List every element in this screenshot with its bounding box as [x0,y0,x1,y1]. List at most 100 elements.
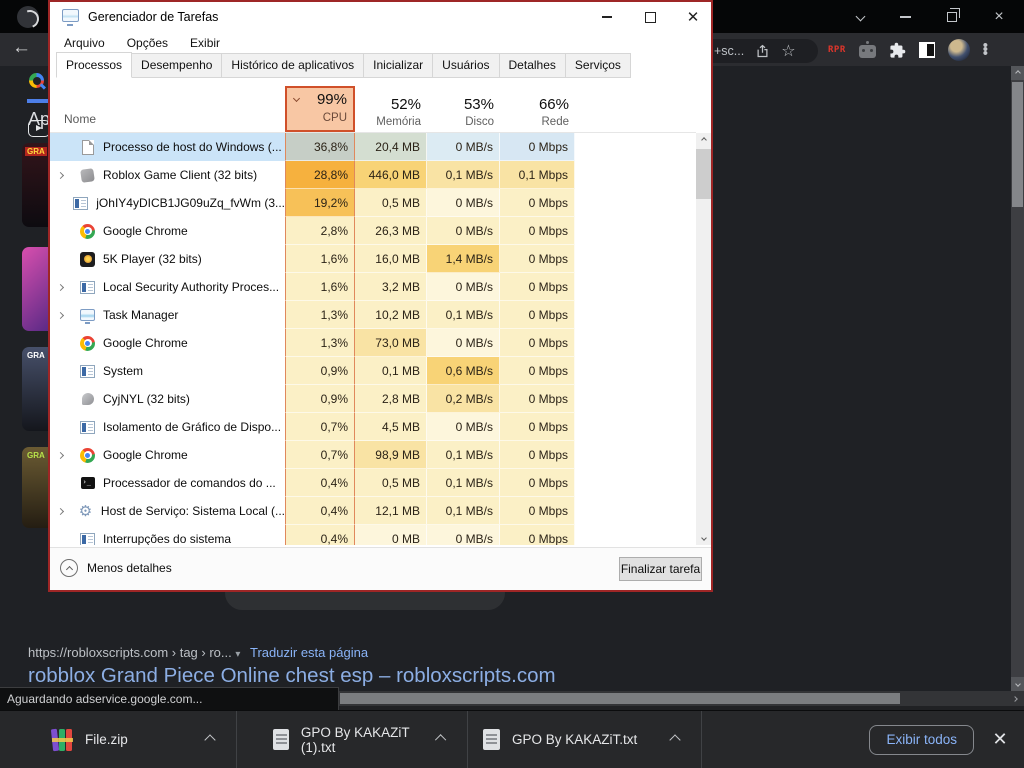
tab-hist-rico-de-aplicativos[interactable]: Histórico de aplicativos [222,53,364,78]
horizontal-scroll-thumb[interactable] [340,693,900,704]
end-task-button[interactable]: Finalizar tarefa [619,557,702,581]
download-item[interactable]: GPO By KAKAZiT.txt [468,711,702,768]
video-thumbnail[interactable]: GRA [22,143,48,227]
column-header-cpu[interactable]: 99% CPU [285,86,355,132]
robot-extension-icon[interactable] [859,45,876,58]
screen: × ← +sc... ☆ RPR ••• Ap GRAGRAGRA https:… [0,0,1024,768]
text-file-icon [273,729,289,750]
process-name-cell: Roblox Game Client (32 bits) [50,161,285,189]
browser-menu-icon[interactable]: ••• [983,44,987,56]
table-row[interactable]: ⚙Host de Serviço: Sistema Local (...0,4%… [50,497,696,525]
task-manager-window: Gerenciador de Tarefas ✕ Arquivo Opções Ex… [48,0,713,592]
table-row[interactable]: Interrupções do sistema0,4%0 MB0 MB/s0 M… [50,525,696,545]
expand-chevron-icon[interactable] [58,509,70,514]
process-list-scrollbar[interactable] [696,133,711,545]
menu-opções[interactable]: Opções [127,36,168,50]
expand-chevron-icon[interactable] [58,453,72,458]
gear-icon: ⚙ [77,503,94,520]
process-name-cell: Interrupções do sistema [50,525,285,545]
column-header-name[interactable]: Nome [64,112,96,126]
menu-arquivo[interactable]: Arquivo [64,36,105,50]
table-row[interactable]: Google Chrome1,3%73,0 MB0 MB/s0 Mbps [50,329,696,357]
network-cell: 0 Mbps [500,469,575,497]
download-item[interactable]: GPO By KAKAZiT (1).txt [237,711,468,768]
red-extension-icon[interactable]: RPR [828,45,846,55]
thumbnail-text: GRA [25,147,47,156]
window-minimize-button[interactable] [890,0,920,33]
table-row[interactable]: Processo de host do Windows (...36,8%20,… [50,133,696,161]
list-scroll-down-button[interactable] [696,531,711,545]
extensions-puzzle-icon[interactable] [889,42,906,59]
scroll-down-button[interactable] [1011,677,1024,691]
tab-usu-rios[interactable]: Usuários [433,53,499,78]
network-cell: 0 Mbps [500,497,575,525]
cpu-cell: 0,9% [285,357,355,385]
table-row[interactable]: Local Security Authority Proces...1,6%3,… [50,273,696,301]
process-name: Processo de host do Windows (... [103,140,282,154]
scroll-right-button[interactable] [1007,691,1022,706]
column-header-memory[interactable]: 52% Memória [355,96,421,128]
process-name-cell: CyjNYL (32 bits) [50,385,285,413]
process-name-cell: Task Manager [50,301,285,329]
table-row[interactable]: jOhIY4yDICB1JG09uZq_fvWm (3...19,2%0,5 M… [50,189,696,217]
bookmark-star-icon[interactable]: ☆ [781,41,795,61]
profile-avatar[interactable] [948,39,970,61]
address-bar[interactable]: +sc... ☆ [706,39,818,63]
tab-processos[interactable]: Processos [56,52,132,78]
table-row[interactable]: CyjNYL (32 bits)0,9%2,8 MB0,2 MB/s0 Mbps [50,385,696,413]
menu-exibir[interactable]: Exibir [190,36,220,50]
download-item[interactable]: File.zip [0,711,237,768]
expand-chevron-icon[interactable] [58,313,72,318]
table-row[interactable]: Isolamento de Gráfico de Dispo...0,7%4,5… [50,413,696,441]
task-manager-titlebar[interactable]: Gerenciador de Tarefas ✕ [50,2,711,32]
chevron-up-icon[interactable] [204,734,215,745]
scroll-up-button[interactable] [1011,66,1024,80]
page-vertical-scrollbar[interactable] [1011,66,1024,691]
window-restore-button[interactable] [937,0,967,33]
tm-close-button[interactable]: ✕ [675,2,711,32]
video-thumbnail[interactable]: GRA [22,447,48,528]
dark-mode-extension-icon[interactable] [919,42,935,58]
tm-minimize-button[interactable] [589,2,625,32]
column-header-network[interactable]: 66% Rede [500,96,569,128]
expand-chevron-icon[interactable] [58,173,72,178]
tm-maximize-button[interactable] [632,2,668,32]
tab-favicon-icon[interactable] [17,6,39,28]
video-thumbnail[interactable] [22,247,48,331]
tab-inicializar[interactable]: Inicializar [364,53,433,78]
vertical-scroll-thumb[interactable] [1012,82,1023,207]
tab-servi-os[interactable]: Serviços [566,53,631,78]
less-details-button[interactable]: Menos detalhes [60,559,172,577]
translate-link[interactable]: Traduzir esta página [250,645,368,660]
dropdown-triangle-icon[interactable]: ▾ [235,649,240,660]
cpu-cell: 1,3% [285,329,355,357]
tab-search-button[interactable] [845,0,875,33]
network-cell: 0 Mbps [500,329,575,357]
search-icon[interactable] [29,73,44,88]
tab-desempenho[interactable]: Desempenho [132,53,222,78]
table-row[interactable]: Google Chrome0,7%98,9 MB0,1 MB/s0 Mbps [50,441,696,469]
share-icon[interactable] [755,44,770,59]
column-header-disk[interactable]: 53% Disco [427,96,494,128]
app-window-icon [79,419,96,436]
back-button[interactable]: ← [12,38,31,57]
list-scroll-up-button[interactable] [696,133,711,147]
table-row[interactable]: System0,9%0,1 MB0,6 MB/s0 Mbps [50,357,696,385]
disk-cell: 0 MB/s [427,525,500,545]
table-row[interactable]: ›_Processador de comandos do ...0,4%0,5 … [50,469,696,497]
list-scroll-thumb[interactable] [696,149,711,199]
task-manager-icon [79,307,96,324]
show-all-downloads-button[interactable]: Exibir todos [869,725,974,755]
table-row[interactable]: Google Chrome2,8%26,3 MB0 MB/s0 Mbps [50,217,696,245]
video-thumbnail[interactable]: GRA [22,347,48,431]
expand-chevron-icon[interactable] [58,285,72,290]
table-row[interactable]: Task Manager1,3%10,2 MB0,1 MB/s0 Mbps [50,301,696,329]
table-row[interactable]: 5K Player (32 bits)1,6%16,0 MB1,4 MB/s0 … [50,245,696,273]
chevron-up-icon[interactable] [669,734,680,745]
network-cell: 0 Mbps [500,441,575,469]
downloads-close-icon[interactable]: ✕ [988,729,1012,750]
table-row[interactable]: Roblox Game Client (32 bits)28,8%446,0 M… [50,161,696,189]
window-close-button[interactable]: × [984,0,1014,33]
tab-detalhes[interactable]: Detalhes [500,53,566,78]
roblox-icon [79,167,96,184]
